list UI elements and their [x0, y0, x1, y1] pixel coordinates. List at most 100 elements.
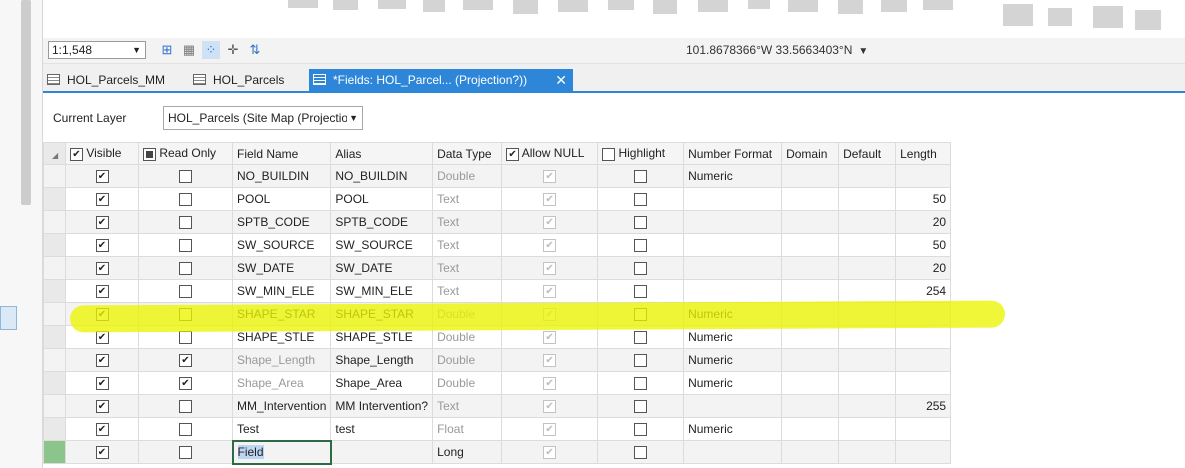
domain-cell[interactable] — [781, 302, 840, 326]
row-header[interactable] — [43, 279, 66, 303]
default-cell[interactable] — [838, 417, 897, 441]
row-header[interactable] — [43, 187, 66, 211]
row-header[interactable] — [43, 302, 66, 326]
table-row[interactable]: ✔ Test test Float ✔ Numeric — [43, 417, 952, 441]
length-cell[interactable] — [895, 164, 952, 188]
row-header[interactable] — [43, 256, 66, 280]
visible-checkbox[interactable]: ✔ — [95, 262, 109, 276]
highlight-checkbox[interactable] — [634, 216, 648, 230]
default-cell[interactable] — [838, 233, 897, 257]
highlight-checkbox[interactable] — [634, 400, 648, 414]
domain-cell[interactable] — [781, 164, 840, 188]
table-row[interactable]: ✔ SPTB_CODE SPTB_CODE Text ✔ 20 — [43, 210, 952, 234]
default-cell[interactable] — [838, 325, 897, 349]
length-cell[interactable] — [895, 371, 952, 395]
data-type-cell[interactable]: Float — [432, 417, 503, 441]
column-header-data-type[interactable]: Data Type — [432, 142, 503, 165]
domain-cell[interactable] — [781, 394, 840, 418]
default-cell[interactable] — [838, 187, 897, 211]
allow-null-checkbox[interactable]: ✔ — [543, 193, 557, 207]
alias-cell[interactable]: SHAPE_STLE — [330, 325, 434, 349]
field-name-cell[interactable]: MM_Intervention — [231, 394, 332, 418]
read-only-checkbox[interactable] — [179, 170, 192, 184]
visible-cell[interactable]: ✔ — [65, 302, 139, 326]
add-field-icon[interactable]: ⊞ — [158, 41, 176, 59]
table-row[interactable]: ✔ NO_BUILDIN NO_BUILDIN Double ✔ Numeric — [43, 164, 952, 188]
allow-null-cell[interactable]: ✔ — [501, 164, 599, 188]
domain-cell[interactable] — [781, 187, 840, 211]
field-name-cell[interactable]: SHAPE_STLE — [231, 325, 332, 349]
allow-null-all-checkbox[interactable]: ✔ — [506, 147, 520, 161]
field-name-cell[interactable]: Field — [231, 439, 332, 465]
visible-cell[interactable]: ✔ — [65, 210, 139, 234]
highlight-checkbox[interactable] — [634, 423, 648, 437]
alias-cell[interactable]: POOL — [330, 187, 434, 211]
visible-cell[interactable]: ✔ — [65, 371, 139, 395]
current-layer-dropdown[interactable]: HOL_Parcels (Site Map (Projection ▼ — [163, 106, 363, 130]
field-name-cell[interactable]: Shape_Area — [231, 371, 332, 395]
highlight-cell[interactable] — [597, 187, 685, 211]
number-format-cell[interactable] — [683, 256, 783, 280]
default-cell[interactable] — [838, 394, 897, 418]
data-type-cell[interactable]: Text — [432, 256, 503, 280]
data-type-cell[interactable]: Text — [432, 279, 503, 303]
allow-null-checkbox[interactable]: ✔ — [543, 400, 557, 414]
visible-checkbox[interactable]: ✔ — [95, 170, 109, 184]
highlight-cell[interactable] — [597, 348, 685, 372]
read-only-checkbox[interactable] — [178, 446, 192, 460]
number-format-cell[interactable]: Numeric — [683, 417, 783, 441]
row-header[interactable] — [43, 394, 66, 418]
column-header-visible[interactable]: ✔ Visible — [65, 142, 139, 165]
column-header-highlight[interactable]: Highlight — [597, 142, 685, 165]
allow-null-checkbox[interactable]: ✔ — [543, 170, 557, 184]
default-cell[interactable] — [838, 302, 897, 326]
data-type-cell[interactable]: Double — [432, 371, 503, 395]
allow-null-cell[interactable]: ✔ — [501, 417, 599, 441]
visible-cell[interactable]: ✔ — [65, 279, 139, 303]
data-type-cell[interactable]: Text — [432, 187, 503, 211]
table-row[interactable]: ✔ SW_MIN_ELE SW_MIN_ELE Text ✔ 254 — [43, 279, 952, 303]
number-format-cell[interactable] — [683, 210, 783, 234]
allow-null-cell[interactable]: ✔ — [501, 256, 599, 280]
data-type-cell[interactable]: Double — [432, 348, 503, 372]
allow-null-cell[interactable]: ✔ — [501, 440, 599, 464]
read-only-cell[interactable]: ✔ — [138, 371, 233, 395]
table-row[interactable]: ✔ SW_SOURCE SW_SOURCE Text ✔ 50 — [43, 233, 952, 257]
table-row[interactable]: ✔ ✔ Shape_Length Shape_Length Double ✔ Numeric — [43, 348, 952, 372]
field-name-cell[interactable]: SPTB_CODE — [231, 210, 332, 234]
select-icon[interactable]: ⁘ — [202, 41, 220, 59]
alias-cell[interactable]: MM Intervention? — [330, 394, 434, 418]
highlight-checkbox[interactable] — [634, 446, 648, 460]
read-only-checkbox[interactable] — [179, 331, 192, 345]
read-only-cell[interactable] — [138, 233, 233, 257]
data-type-cell[interactable]: Double — [432, 325, 503, 349]
read-only-checkbox[interactable] — [179, 423, 192, 437]
highlight-checkbox[interactable] — [634, 354, 648, 368]
domain-cell[interactable] — [781, 210, 840, 234]
alias-cell[interactable]: SW_MIN_ELE — [330, 279, 434, 303]
number-format-cell[interactable]: Numeric — [683, 325, 783, 349]
visible-checkbox[interactable]: ✔ — [95, 446, 109, 460]
alias-cell[interactable]: SW_SOURCE — [330, 233, 434, 257]
tab-hol-parcels-mm[interactable]: HOL_Parcels_MM — [43, 69, 202, 91]
length-cell[interactable] — [895, 348, 952, 372]
allow-null-checkbox[interactable]: ✔ — [543, 354, 557, 368]
read-only-checkbox[interactable] — [179, 216, 192, 230]
number-format-cell[interactable]: Numeric — [683, 348, 783, 372]
table-row[interactable]: ✔ Field Long ✔ — [43, 439, 952, 465]
alias-cell[interactable]: Shape_Area — [330, 371, 434, 395]
alias-cell[interactable] — [330, 440, 434, 464]
close-icon[interactable]: ✕ — [555, 69, 567, 91]
read-only-all-checkbox[interactable] — [143, 147, 156, 161]
data-type-cell[interactable]: Text — [432, 210, 503, 234]
highlight-cell[interactable] — [597, 440, 685, 464]
read-only-cell[interactable] — [138, 440, 233, 464]
coordinate-readout[interactable]: 101.8678366°W 33.5663403°N ▼ — [686, 43, 868, 57]
length-cell[interactable] — [895, 440, 952, 464]
allow-null-checkbox[interactable]: ✔ — [543, 239, 557, 253]
column-header-domain[interactable]: Domain — [781, 142, 840, 165]
default-cell[interactable] — [838, 164, 897, 188]
left-pane-selected-item[interactable] — [0, 306, 17, 330]
data-type-cell[interactable]: Text — [432, 233, 503, 257]
visible-cell[interactable]: ✔ — [65, 348, 139, 372]
